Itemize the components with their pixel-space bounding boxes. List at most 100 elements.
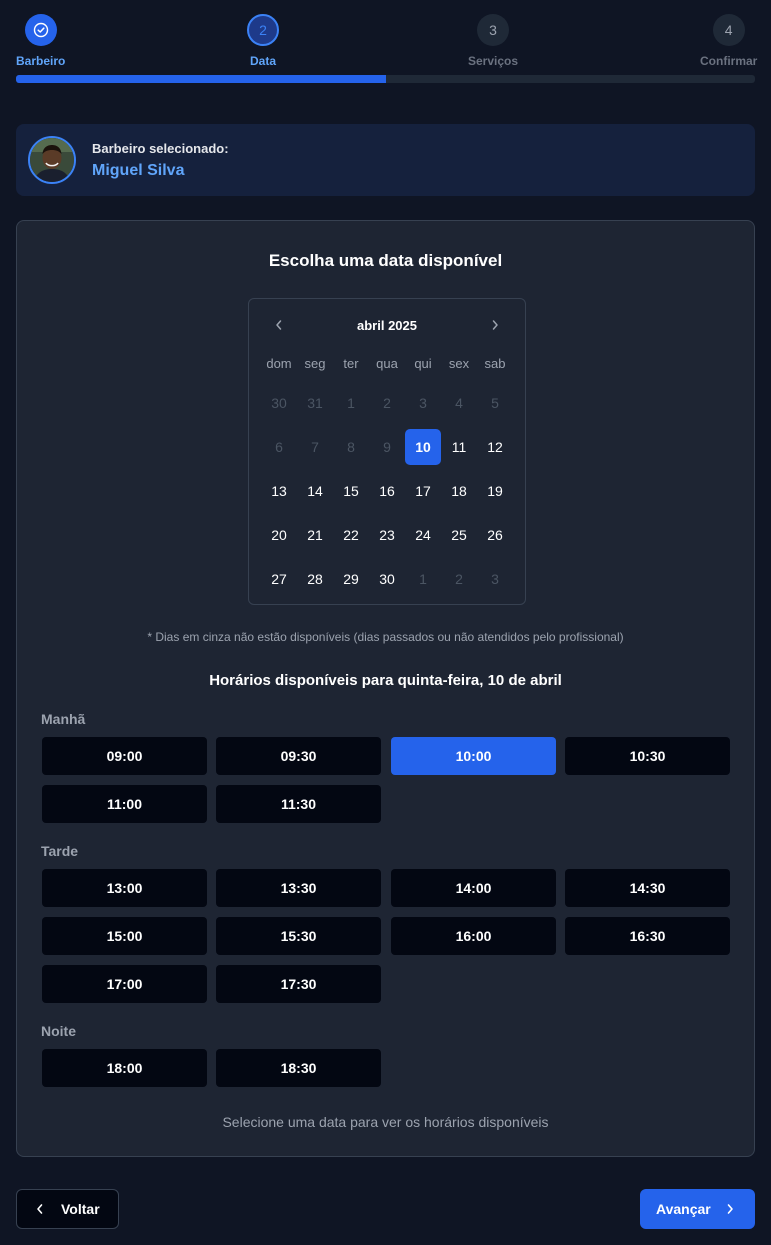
calendar-week-row: 30 31 1 2 3 4 5	[261, 381, 513, 425]
time-slots-title: Horários disponíveis para quinta-feira, …	[209, 672, 562, 689]
progress-bar	[16, 75, 755, 83]
calendar-day: 30	[271, 395, 287, 411]
calendar-note: * Dias em cinza não estão disponíveis (d…	[147, 630, 624, 644]
calendar-day: 3	[491, 571, 499, 587]
calendar-day: 2	[383, 395, 391, 411]
time-slot[interactable]: 13:30	[216, 869, 381, 907]
time-slot-selected[interactable]: 10:00	[391, 737, 556, 775]
time-slot[interactable]: 17:30	[216, 965, 381, 1003]
calendar-day: 1	[419, 571, 427, 587]
time-slot[interactable]: 09:30	[216, 737, 381, 775]
calendar-day: 4	[455, 395, 463, 411]
time-slot[interactable]: 14:00	[391, 869, 556, 907]
step-data[interactable]: 2 Data	[247, 14, 279, 68]
time-slot[interactable]: 18:00	[42, 1049, 207, 1087]
calendar-day[interactable]: 15	[333, 469, 369, 513]
calendar-grid: dom seg ter qua qui sex sab 30 31 1 2 3 4 5 6 7 8 9 10 11 12…	[261, 345, 513, 601]
calendar-day[interactable]: 25	[441, 513, 477, 557]
chevron-left-icon	[35, 1203, 45, 1215]
calendar-day: 6	[275, 439, 283, 455]
step-servicos[interactable]: 3 Serviços	[468, 14, 518, 68]
calendar-week-row: 6 7 8 9 10 11 12	[261, 425, 513, 469]
calendar-day[interactable]: 22	[333, 513, 369, 557]
next-month-button[interactable]	[481, 313, 509, 337]
time-slot[interactable]: 14:30	[565, 869, 730, 907]
date-selection-panel: Escolha uma data disponível abril 2025 d…	[16, 220, 755, 1157]
back-button[interactable]: Voltar	[16, 1189, 119, 1229]
weekday-label: ter	[343, 355, 359, 371]
calendar-day: 8	[347, 439, 355, 455]
calendar-day[interactable]: 28	[297, 557, 333, 601]
next-button[interactable]: Avançar	[640, 1189, 755, 1229]
time-slot[interactable]: 15:00	[42, 917, 207, 955]
select-date-hint: Selecione uma data para ver os horários …	[222, 1114, 549, 1130]
period-label: Noite	[41, 1023, 76, 1039]
calendar-day[interactable]: 23	[369, 513, 405, 557]
step-label: Confirmar	[700, 54, 758, 68]
chevron-right-icon	[725, 1203, 735, 1215]
step-confirmar[interactable]: 4 Confirmar	[700, 14, 757, 68]
selected-barber-label: Barbeiro selecionado:	[92, 140, 229, 156]
step-number: 4	[712, 14, 745, 46]
period-label: Tarde	[41, 843, 79, 859]
calendar-day[interactable]: 30	[369, 557, 405, 601]
progress-stepper: Barbeiro 2 Data 3 Serviços 4 Confirmar	[16, 14, 757, 86]
time-slot[interactable]: 10:30	[565, 737, 730, 775]
time-slot[interactable]: 16:00	[391, 917, 556, 955]
chevron-right-icon	[492, 320, 498, 330]
calendar-day-selected[interactable]: 10	[405, 425, 441, 469]
weekday-label: qui	[414, 355, 432, 371]
calendar-day: 9	[383, 439, 391, 455]
selected-barber-name: Miguel Silva	[92, 161, 185, 179]
panel-title: Escolha uma data disponível	[268, 251, 503, 270]
calendar-day: 7	[311, 439, 319, 455]
calendar-day[interactable]: 20	[261, 513, 297, 557]
step-label: Data	[249, 54, 276, 68]
time-slot[interactable]: 13:00	[42, 869, 207, 907]
calendar-day[interactable]: 16	[369, 469, 405, 513]
calendar-day[interactable]: 26	[477, 513, 513, 557]
calendar-day: 31	[307, 395, 323, 411]
calendar-day[interactable]: 29	[333, 557, 369, 601]
calendar-day[interactable]: 27	[261, 557, 297, 601]
weekday-label: dom	[266, 355, 292, 371]
calendar-day[interactable]: 12	[477, 425, 513, 469]
calendar-week-row: 27 28 29 30 1 2 3	[261, 557, 513, 601]
calendar-day[interactable]: 19	[477, 469, 513, 513]
weekday-label: qua	[376, 355, 398, 371]
calendar-day: 1	[347, 395, 355, 411]
time-slot[interactable]: 09:00	[42, 737, 207, 775]
period-label: Manhã	[41, 711, 86, 727]
calendar: abril 2025 dom seg ter qua qui sex sab 30 31 1 2 3 4…	[248, 298, 526, 605]
time-slot[interactable]: 11:00	[42, 785, 207, 823]
progress-bar-fill	[16, 75, 386, 83]
calendar-day[interactable]: 14	[297, 469, 333, 513]
calendar-day: 2	[455, 571, 463, 587]
calendar-week-row: 20 21 22 23 24 25 26	[261, 513, 513, 557]
step-barbeiro[interactable]: Barbeiro	[16, 14, 65, 68]
time-slot[interactable]: 11:30	[216, 785, 381, 823]
calendar-day[interactable]: 24	[405, 513, 441, 557]
selected-barber-card: Barbeiro selecionado: Miguel Silva	[16, 124, 755, 196]
weekday-label: sab	[484, 355, 506, 371]
calendar-day[interactable]: 18	[441, 469, 477, 513]
calendar-day[interactable]: 11	[441, 425, 477, 469]
calendar-day: 3	[419, 395, 427, 411]
next-button-label: Avançar	[656, 1201, 711, 1217]
time-slot[interactable]: 17:00	[42, 965, 207, 1003]
barber-avatar	[28, 136, 76, 184]
time-slot[interactable]: 15:30	[216, 917, 381, 955]
step-label: Serviços	[468, 54, 519, 68]
weekday-label: seg	[304, 355, 326, 371]
calendar-day[interactable]: 21	[297, 513, 333, 557]
calendar-day[interactable]: 17	[405, 469, 441, 513]
step-number: 3	[477, 14, 510, 46]
back-button-label: Voltar	[61, 1201, 100, 1217]
check-circle-icon	[24, 14, 57, 46]
step-number: 2	[247, 14, 279, 46]
weekday-label: sex	[448, 355, 470, 371]
calendar-day: 5	[491, 395, 499, 411]
time-slot[interactable]: 16:30	[565, 917, 730, 955]
time-slot[interactable]: 18:30	[216, 1049, 381, 1087]
calendar-day[interactable]: 13	[261, 469, 297, 513]
